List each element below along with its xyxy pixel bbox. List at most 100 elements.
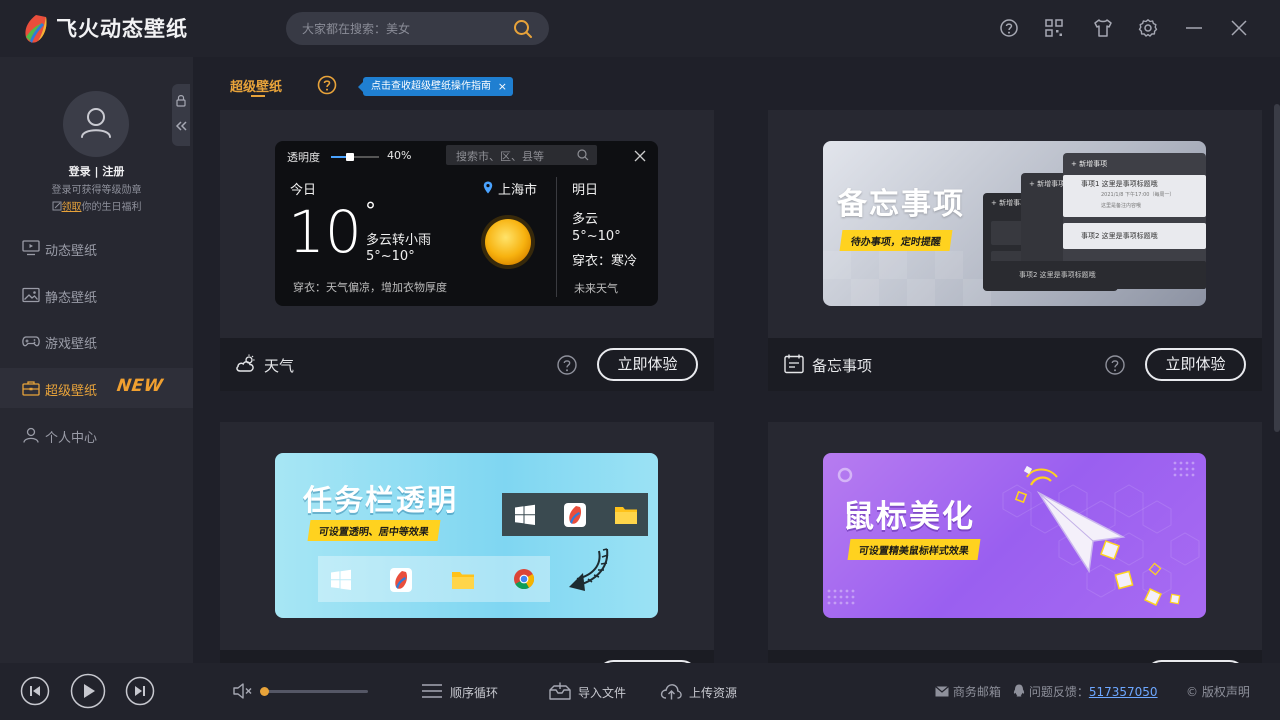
card-bar: 备忘事项 立即体验	[768, 338, 1262, 391]
memo-preview-title: 备忘事项	[837, 187, 965, 222]
scrollbar[interactable]	[1274, 104, 1280, 432]
folder-icon	[615, 507, 637, 524]
new-badge: NEW	[115, 376, 165, 396]
try-now-button[interactable]: 立即体验	[1145, 348, 1246, 381]
opacity-slider[interactable]	[331, 153, 379, 161]
try-now-button[interactable]: 立即体验	[597, 348, 698, 381]
guide-tip-close-icon[interactable]: ×	[498, 77, 507, 96]
app-logo-icon	[390, 568, 412, 592]
search-icon	[577, 149, 589, 161]
play-icon[interactable]	[70, 673, 106, 709]
copyright-link[interactable]: © 版权声明	[1186, 683, 1250, 700]
chrome-icon	[514, 569, 535, 590]
section-title: 超级壁纸	[230, 80, 283, 95]
app-title: 飞火动态壁纸	[56, 17, 188, 41]
help-icon[interactable]	[317, 75, 337, 95]
feedback-link[interactable]: 问题反馈：517357050	[1013, 683, 1158, 700]
next-icon[interactable]	[125, 676, 155, 706]
sidebar-item-label: 超级壁纸	[45, 384, 98, 399]
app-logo-icon	[564, 503, 586, 527]
collapse-icon	[175, 95, 187, 131]
qrcode-icon[interactable]	[1044, 18, 1064, 38]
card-taskbar: 任务栏透明 可设置透明、居中等效果	[220, 422, 714, 663]
opacity-slider-knob[interactable]	[346, 153, 355, 161]
memo-preview[interactable]: 备忘事项 待办事项，定时提醒 + 新增事项 + 新增事项 + 新增事项 事项1 …	[823, 141, 1206, 306]
search-box[interactable]	[286, 12, 549, 45]
close-icon[interactable]	[634, 150, 646, 162]
taskbar-preview[interactable]: 任务栏透明 可设置透明、居中等效果	[275, 453, 658, 618]
memo-item-title: 事项2 这里是事项标题哦	[1019, 271, 1096, 279]
location-icon	[483, 181, 493, 194]
sidebar-item-static-wallpaper[interactable]: 静态壁纸	[0, 275, 193, 315]
sun-icon	[481, 215, 535, 269]
sidebar-item-game-wallpaper[interactable]: 游戏壁纸	[0, 321, 193, 361]
help-icon[interactable]	[1104, 354, 1126, 376]
title-bar: 飞火动态壁纸	[0, 0, 1280, 57]
temperature-range: 5°~10°	[366, 249, 415, 264]
volume-mute-icon[interactable]	[233, 682, 253, 700]
main-content: 超级壁纸 点击查收超级壁纸操作指南 × 透明度 40% 搜索市、区、县等 今日 …	[193, 57, 1280, 663]
folder-icon	[452, 572, 474, 589]
sidebar-item-label: 个人中心	[45, 431, 98, 446]
weather-preview[interactable]: 透明度 40% 搜索市、区、县等 今日 上海市 10 ° 多云转小雨 5°~10…	[275, 141, 658, 306]
player-bar: 顺序循环 导入文件 上传资源 商务邮箱 问题反馈：517357050 © 版权声…	[0, 663, 1280, 720]
city-search-box[interactable]: 搜索市、区、县等	[446, 145, 597, 165]
card-bar	[220, 650, 714, 663]
weather-divider	[556, 177, 557, 297]
claim-birthday-link[interactable]: 领取	[62, 202, 82, 213]
login-register-link[interactable]: 登录 | 注册	[0, 163, 193, 179]
skin-icon[interactable]	[1093, 18, 1113, 38]
temperature-value: 10	[288, 198, 362, 266]
previous-icon[interactable]	[20, 676, 50, 706]
collapse-sidebar-button[interactable]	[172, 84, 190, 146]
card-bar	[768, 650, 1262, 663]
help-icon[interactable]	[999, 18, 1019, 38]
memo-add-label: + 新增事项	[1071, 160, 1108, 168]
weather-condition: 多云转小雨	[366, 233, 432, 248]
guide-tip-text: 点击查收超级壁纸操作指南	[371, 81, 491, 92]
card-bar: 天气 立即体验	[220, 338, 714, 391]
taskbar-preview-title: 任务栏透明	[303, 483, 459, 517]
help-icon[interactable]	[556, 354, 578, 376]
login-hint: 登录可获得等级勋章	[51, 185, 142, 196]
feedback-label: 问题反馈：	[1028, 685, 1089, 699]
today-label: 今日	[290, 183, 317, 198]
memo-item-title: 事项1 这里是事项标题哦	[1081, 180, 1158, 188]
avatar[interactable]	[63, 91, 129, 157]
windows-icon	[331, 569, 351, 590]
arrow-icon	[569, 548, 609, 591]
sidebar-item-label: 动态壁纸	[45, 244, 98, 259]
memo-row-bottom: 事项2 这里是事项标题哦	[983, 261, 1206, 289]
memo-icon	[784, 354, 804, 374]
close-icon[interactable]	[1229, 18, 1249, 38]
degree-symbol: °	[365, 199, 376, 224]
sidebar-item-super-wallpaper[interactable]: 超级壁纸 NEW	[0, 368, 193, 408]
city-search-placeholder: 搜索市、区、县等	[456, 150, 544, 163]
settings-icon[interactable]	[1138, 18, 1158, 38]
card-title: 天气	[264, 357, 295, 375]
mail-icon	[935, 686, 949, 697]
sidebar-item-dynamic-wallpaper[interactable]: 动态壁纸	[0, 228, 193, 268]
windows-icon	[515, 504, 535, 525]
city-name: 上海市	[498, 183, 538, 198]
minimize-icon[interactable]	[1184, 18, 1204, 38]
mouse-preview-tag: 可设置精美鼠标样式效果	[847, 539, 981, 560]
mouse-preview[interactable]: 鼠标美化 可设置精美鼠标样式效果	[823, 453, 1206, 618]
future-weather-link[interactable]: 未来天气	[574, 280, 618, 296]
taskbar-preview-tag: 可设置透明、居中等效果	[307, 520, 441, 541]
memo-panel-front: + 新增事项 事项1 这里是事项标题哦 2021/1/8 下午17:00（每周一…	[1063, 153, 1206, 271]
birthday-text: 你的生日福利	[81, 202, 142, 213]
search-input[interactable]	[302, 12, 502, 45]
sidebar-item-personal-center[interactable]: 个人中心	[0, 415, 193, 455]
weather-icon	[236, 354, 255, 372]
search-icon[interactable]	[513, 19, 533, 39]
business-mail-link[interactable]: 商务邮箱	[935, 683, 1001, 700]
guide-tip[interactable]: 点击查收超级壁纸操作指南 ×	[358, 77, 513, 96]
volume-slider[interactable]	[260, 687, 368, 696]
business-mail-label: 商务邮箱	[952, 685, 1001, 699]
feedback-qq-number[interactable]: 517357050	[1089, 685, 1158, 699]
memo-item-note: 这里是备注内容哦	[1101, 203, 1142, 209]
import-file-label: 导入文件	[578, 686, 627, 700]
image-icon	[22, 287, 40, 303]
volume-slider-knob[interactable]	[260, 687, 270, 696]
